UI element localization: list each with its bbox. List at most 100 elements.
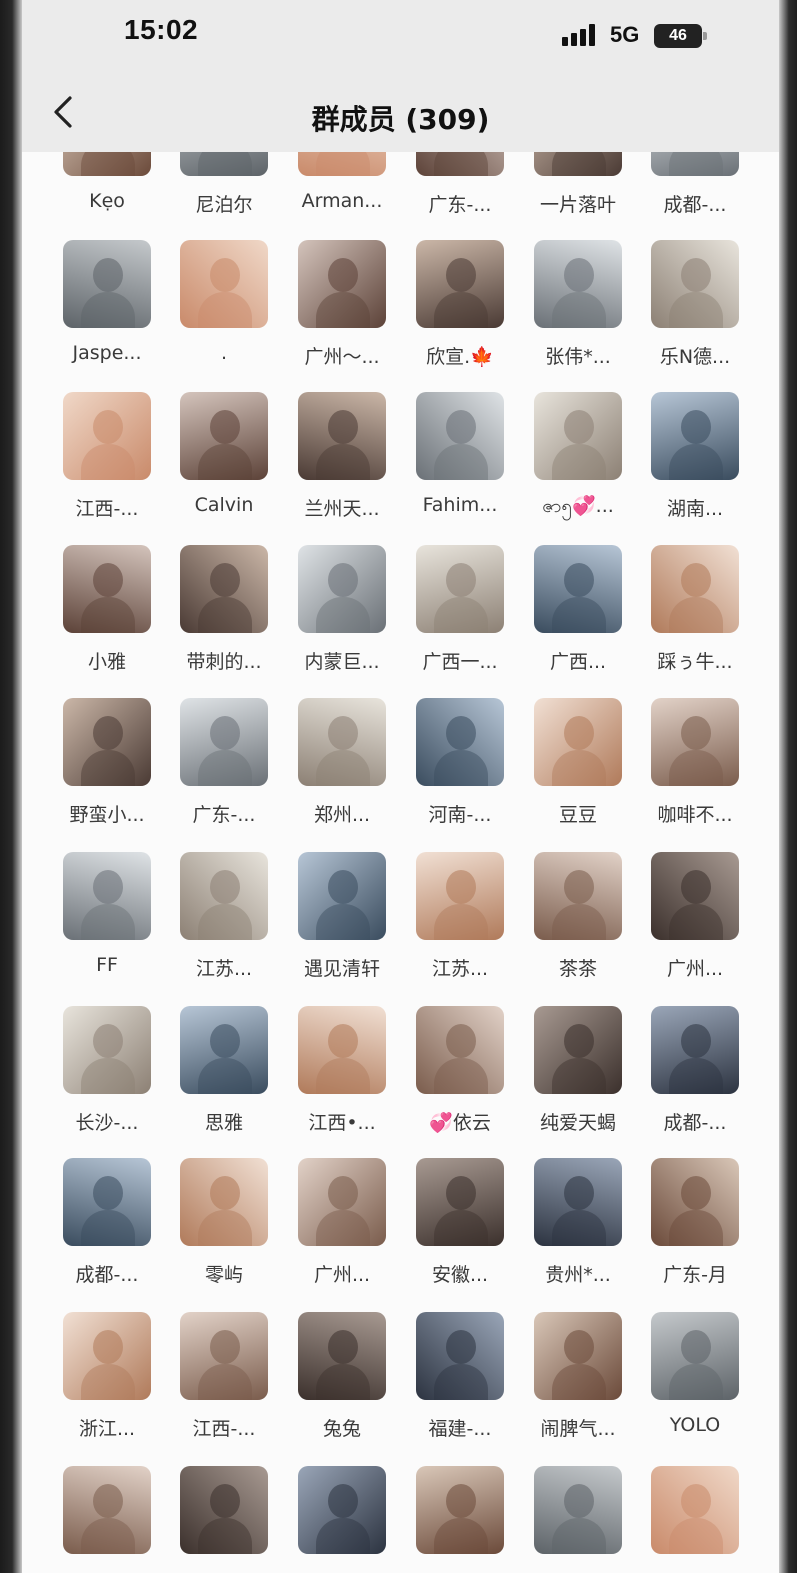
member-item[interactable]: 江苏... — [401, 852, 519, 1002]
member-name: 思雅 — [204, 1112, 243, 1134]
member-item[interactable]: 安徽... — [401, 1158, 519, 1308]
member-name: 广州... — [666, 958, 724, 980]
avatar — [180, 1158, 268, 1246]
member-item[interactable]: 咖啡不... — [636, 698, 754, 848]
member-item[interactable]: 河南-... — [401, 698, 519, 848]
avatar — [534, 240, 622, 328]
member-item[interactable]: 零屿 — [165, 1158, 283, 1308]
avatar — [63, 1466, 151, 1554]
member-item[interactable]: 江西•... — [283, 1006, 401, 1156]
avatar — [534, 1466, 622, 1554]
member-item[interactable]: 广州... — [636, 852, 754, 1002]
member-item[interactable]: 江西-... — [165, 1312, 283, 1462]
avatar — [416, 240, 504, 328]
member-item[interactable]: 广东-... — [165, 698, 283, 848]
member-name: 郑州... — [313, 804, 371, 826]
avatar — [63, 1158, 151, 1246]
avatar — [416, 1312, 504, 1400]
member-item[interactable]: YOLO — [636, 1312, 754, 1462]
member-item[interactable]: 💞依云 — [401, 1006, 519, 1156]
avatar — [651, 545, 739, 633]
member-item[interactable]: 思雅 — [165, 1006, 283, 1156]
member-item[interactable] — [48, 1466, 166, 1573]
avatar — [416, 545, 504, 633]
member-item[interactable]: 内蒙巨... — [283, 545, 401, 695]
member-item[interactable]: . — [165, 240, 283, 390]
status-bar: 15:02 5G 46 — [22, 0, 779, 70]
member-item[interactable]: 纯爱天蝎 — [519, 1006, 637, 1156]
member-item[interactable] — [165, 1466, 283, 1573]
nav-bar: 群成员 (309) — [22, 70, 779, 152]
member-item[interactable]: 豆豆 — [519, 698, 637, 848]
member-name: 江西-... — [192, 1418, 256, 1440]
member-item[interactable]: 广西一... — [401, 545, 519, 695]
member-item[interactable]: Fahim... — [401, 392, 519, 542]
member-name: 小雅 — [87, 651, 126, 673]
avatar — [416, 852, 504, 940]
member-item[interactable]: 兔兔 — [283, 1312, 401, 1462]
member-item[interactable]: ဇာ၅💞... — [519, 392, 637, 542]
member-name: 江西-... — [75, 498, 139, 520]
avatar — [534, 1312, 622, 1400]
member-item[interactable]: FF — [48, 852, 166, 1002]
member-item[interactable]: 踩ぅ牛... — [636, 545, 754, 695]
member-item[interactable]: 湖南... — [636, 392, 754, 542]
device-frame-left — [0, 0, 22, 1573]
member-name: Fahim... — [422, 494, 498, 516]
member-item[interactable] — [636, 1466, 754, 1573]
member-name: Kẹo — [89, 190, 125, 212]
avatar — [180, 240, 268, 328]
member-name: 福建-... — [428, 1418, 492, 1440]
member-name: 成都-... — [663, 194, 727, 216]
member-name: 广州～... — [304, 346, 380, 368]
member-item[interactable]: Jaspe... — [48, 240, 166, 390]
member-item[interactable]: 闹脾气... — [519, 1312, 637, 1462]
member-item[interactable] — [283, 1466, 401, 1573]
member-item[interactable]: 江西-... — [48, 392, 166, 542]
avatar — [534, 698, 622, 786]
member-item[interactable]: 茶茶 — [519, 852, 637, 1002]
avatar — [63, 1312, 151, 1400]
member-item[interactable]: 浙江... — [48, 1312, 166, 1462]
member-item[interactable]: 张伟*... — [519, 240, 637, 390]
member-name: 零屿 — [204, 1264, 243, 1286]
member-item[interactable]: Calvin — [165, 392, 283, 542]
member-name: FF — [96, 954, 118, 976]
member-name: . — [220, 342, 228, 364]
avatar — [651, 852, 739, 940]
member-item[interactable]: 成都-... — [48, 1158, 166, 1308]
member-item[interactable]: 小雅 — [48, 545, 166, 695]
member-item[interactable]: 贵州*... — [519, 1158, 637, 1308]
member-item[interactable]: 遇见清轩 — [283, 852, 401, 1002]
avatar — [651, 392, 739, 480]
avatar — [63, 698, 151, 786]
member-item[interactable] — [519, 1466, 637, 1573]
member-item[interactable]: 长沙-... — [48, 1006, 166, 1156]
member-name: 咖啡不... — [657, 804, 733, 826]
member-item[interactable]: 广州～... — [283, 240, 401, 390]
member-name: 踩ぅ牛... — [657, 651, 733, 673]
member-item[interactable]: 成都-... — [636, 1006, 754, 1156]
avatar — [63, 392, 151, 480]
member-item[interactable]: 乐N德... — [636, 240, 754, 390]
member-item[interactable] — [401, 1466, 519, 1573]
member-name: ဇာ၅💞... — [542, 495, 614, 517]
avatar — [63, 852, 151, 940]
member-item[interactable]: 广东-月 — [636, 1158, 754, 1308]
avatar — [651, 1006, 739, 1094]
avatar — [63, 240, 151, 328]
member-item[interactable]: 广州... — [283, 1158, 401, 1308]
member-name: 长沙-... — [75, 1112, 139, 1134]
member-item[interactable]: 广西... — [519, 545, 637, 695]
member-item[interactable]: 福建-... — [401, 1312, 519, 1462]
member-name: YOLO — [669, 1414, 721, 1436]
avatar — [63, 545, 151, 633]
member-item[interactable]: 野蛮小... — [48, 698, 166, 848]
member-item[interactable]: 兰州天... — [283, 392, 401, 542]
member-item[interactable]: 欣宣.🍁 — [401, 240, 519, 390]
member-name: 广东-月 — [663, 1264, 727, 1286]
avatar — [298, 392, 386, 480]
member-item[interactable]: 江苏... — [165, 852, 283, 1002]
member-item[interactable]: 带刺的... — [165, 545, 283, 695]
member-item[interactable]: 郑州... — [283, 698, 401, 848]
